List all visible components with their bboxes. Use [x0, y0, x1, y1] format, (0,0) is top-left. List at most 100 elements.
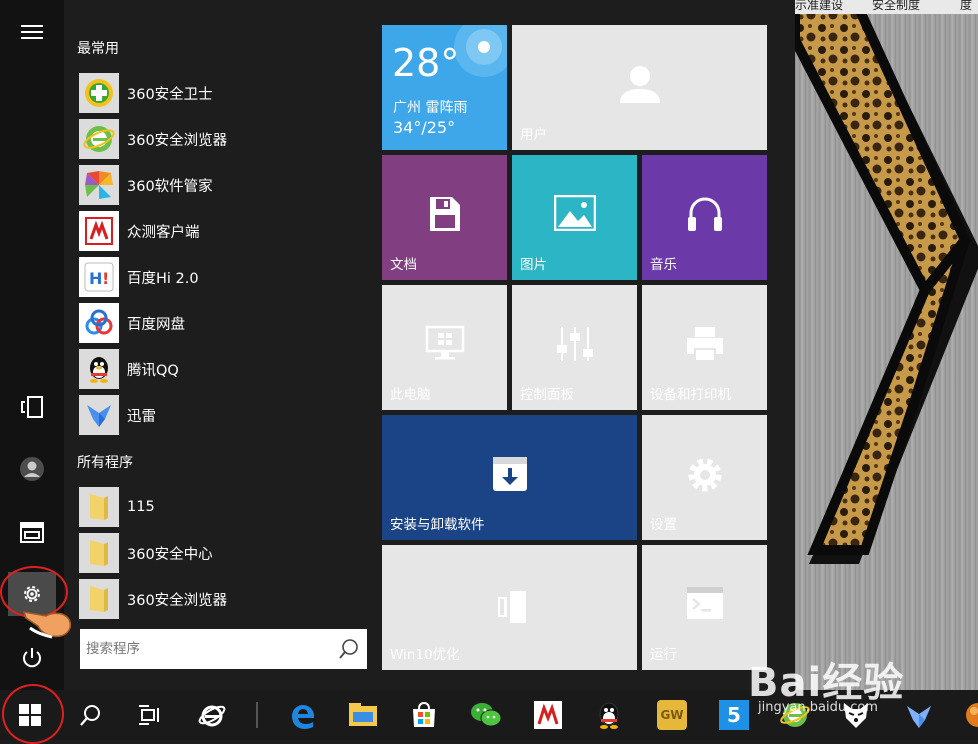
gear-icon: [24, 586, 40, 602]
taskbar-ie[interactable]: [190, 692, 234, 738]
five-icon: 5: [719, 700, 749, 730]
baidu-netdisk-icon: [79, 303, 119, 343]
taskbar-file-explorer[interactable]: [341, 692, 385, 738]
user-icon: [619, 66, 660, 103]
baidu-jingyan-watermark: Bai经验 jingyan.baidu.com: [748, 650, 904, 715]
baidu-hi-icon: H!: [79, 257, 119, 297]
app-label: 腾讯QQ: [127, 362, 179, 379]
tile-devices-printers[interactable]: 设备和打印机: [642, 285, 767, 410]
search-icon: [80, 705, 100, 726]
tile-this-pc[interactable]: 此电脑: [382, 285, 507, 410]
app-label: 360软件管家: [127, 178, 213, 195]
windows-start-icon: [19, 704, 41, 726]
printer-icon: [686, 327, 723, 362]
task-view-button[interactable]: [128, 692, 172, 738]
tile-label: 此电脑: [390, 387, 431, 403]
taskbar-edge[interactable]: [280, 692, 324, 738]
tile-user[interactable]: 用户: [512, 25, 767, 150]
app-item-115[interactable]: 115: [79, 486, 369, 528]
app-item-tencent-qq[interactable]: 腾讯QQ: [79, 348, 369, 390]
taskbar-orange-app[interactable]: [950, 692, 978, 738]
app-label: 众测客户端: [127, 224, 200, 241]
monitor-icon: [425, 325, 464, 360]
user-account-button[interactable]: [8, 447, 56, 491]
hamburger-icon: [21, 25, 43, 39]
360-software-manager-icon: [79, 165, 119, 205]
folder-icon: [79, 579, 119, 619]
taskbar-zhongce[interactable]: [526, 692, 570, 738]
qq-penguin-icon: [79, 349, 119, 389]
app-label: 百度Hi 2.0: [127, 270, 199, 287]
app-item-360-browser[interactable]: 360安全浏览器: [79, 118, 369, 160]
file-explorer-icon: [349, 703, 377, 726]
start-rail: [0, 0, 64, 690]
watermark-url: jingyan.baidu.com: [758, 700, 878, 715]
tile-install-uninstall[interactable]: 安装与卸载软件: [382, 415, 637, 540]
app-item-360-security-center[interactable]: 360安全中心: [79, 532, 369, 574]
tablet-mode-button[interactable]: [8, 385, 56, 429]
weather-city-condition: 广州 雷阵雨: [393, 100, 468, 116]
gw-icon: GW: [657, 700, 687, 730]
tile-label: 文档: [390, 257, 417, 273]
app-label: 115: [127, 499, 155, 515]
app-item-zhongce-client[interactable]: 众测客户端: [79, 210, 369, 252]
hamburger-menu-button[interactable]: [8, 10, 56, 54]
tile-label: 图片: [520, 257, 547, 273]
app-label: 百度网盘: [127, 316, 185, 333]
strip-item: 示准建设: [795, 0, 844, 12]
folder-icon: [79, 487, 119, 527]
tile-label: Win10优化: [390, 647, 460, 663]
tile-documents[interactable]: 文档: [382, 155, 507, 280]
save-disk-icon: [429, 197, 460, 231]
tile-label: 设置: [650, 517, 677, 533]
tile-music[interactable]: 音乐: [642, 155, 767, 280]
desktop-wallpaper: [795, 0, 978, 690]
section-frequent-header: 最常用: [77, 41, 119, 57]
taskbar-qq[interactable]: [587, 692, 631, 738]
strip-item: 安全制度: [872, 0, 921, 12]
tile-label: 安装与卸载软件: [390, 517, 485, 533]
app-item-360-browser-folder[interactable]: 360安全浏览器: [79, 578, 369, 620]
app-list: 最常用 360安全卫士 360安全浏览器 360软件管家 众测客户端 H ! 百…: [64, 0, 376, 690]
search-input[interactable]: [80, 629, 320, 669]
taskbar-search-button[interactable]: [68, 692, 112, 738]
360-browser-icon: [79, 119, 119, 159]
file-explorer-button[interactable]: [8, 510, 56, 554]
search-icon[interactable]: [337, 637, 361, 661]
taskbar-store[interactable]: [402, 692, 446, 738]
power-button[interactable]: [8, 636, 56, 680]
start-menu: 最常用 360安全卫士 360安全浏览器 360软件管家 众测客户端 H ! 百…: [0, 0, 795, 690]
tile-settings[interactable]: 设置: [642, 415, 767, 540]
app-item-xunlei[interactable]: 迅雷: [79, 394, 369, 436]
app-item-baidu-hi[interactable]: H! 百度Hi 2.0: [79, 256, 369, 298]
weather-temperature: 28°: [392, 41, 460, 85]
app-item-360-safe[interactable]: 360安全卫士: [79, 72, 369, 114]
svg-text:!: !: [102, 269, 109, 288]
taskbar-wechat[interactable]: [464, 692, 508, 738]
tile-pictures[interactable]: 图片: [512, 155, 637, 280]
tile-label: 音乐: [650, 257, 677, 273]
headphones-icon: [687, 197, 722, 231]
app-item-baidu-netdisk[interactable]: 百度网盘: [79, 302, 369, 344]
user-avatar-icon: [20, 457, 44, 481]
app-label: 360安全卫士: [127, 86, 213, 103]
tile-control-panel[interactable]: 控制面板: [512, 285, 637, 410]
tile-label: 控制面板: [520, 387, 574, 403]
run-terminal-icon: [686, 587, 723, 619]
taskbar-gw[interactable]: GW: [650, 692, 694, 738]
strip-item: 度: [960, 0, 973, 12]
tile-win10-optimize[interactable]: Win10优化: [382, 545, 637, 670]
tile-label: 运行: [650, 647, 677, 663]
taskbar-separator: [256, 702, 258, 728]
weather-range: 34°/25°: [393, 118, 456, 137]
tile-weather[interactable]: 28° 广州 雷阵雨 34°/25°: [382, 25, 507, 150]
sliders-icon: [556, 327, 593, 361]
app-item-360-software-manager[interactable]: 360软件管家: [79, 164, 369, 206]
install-box-icon: [492, 457, 527, 491]
xunlei-icon: [79, 395, 119, 435]
task-view-icon: [139, 705, 159, 725]
search-box[interactable]: [80, 629, 367, 669]
folder-icon: [79, 533, 119, 573]
section-all-programs-header: 所有程序: [77, 455, 133, 471]
start-button[interactable]: [8, 692, 52, 738]
